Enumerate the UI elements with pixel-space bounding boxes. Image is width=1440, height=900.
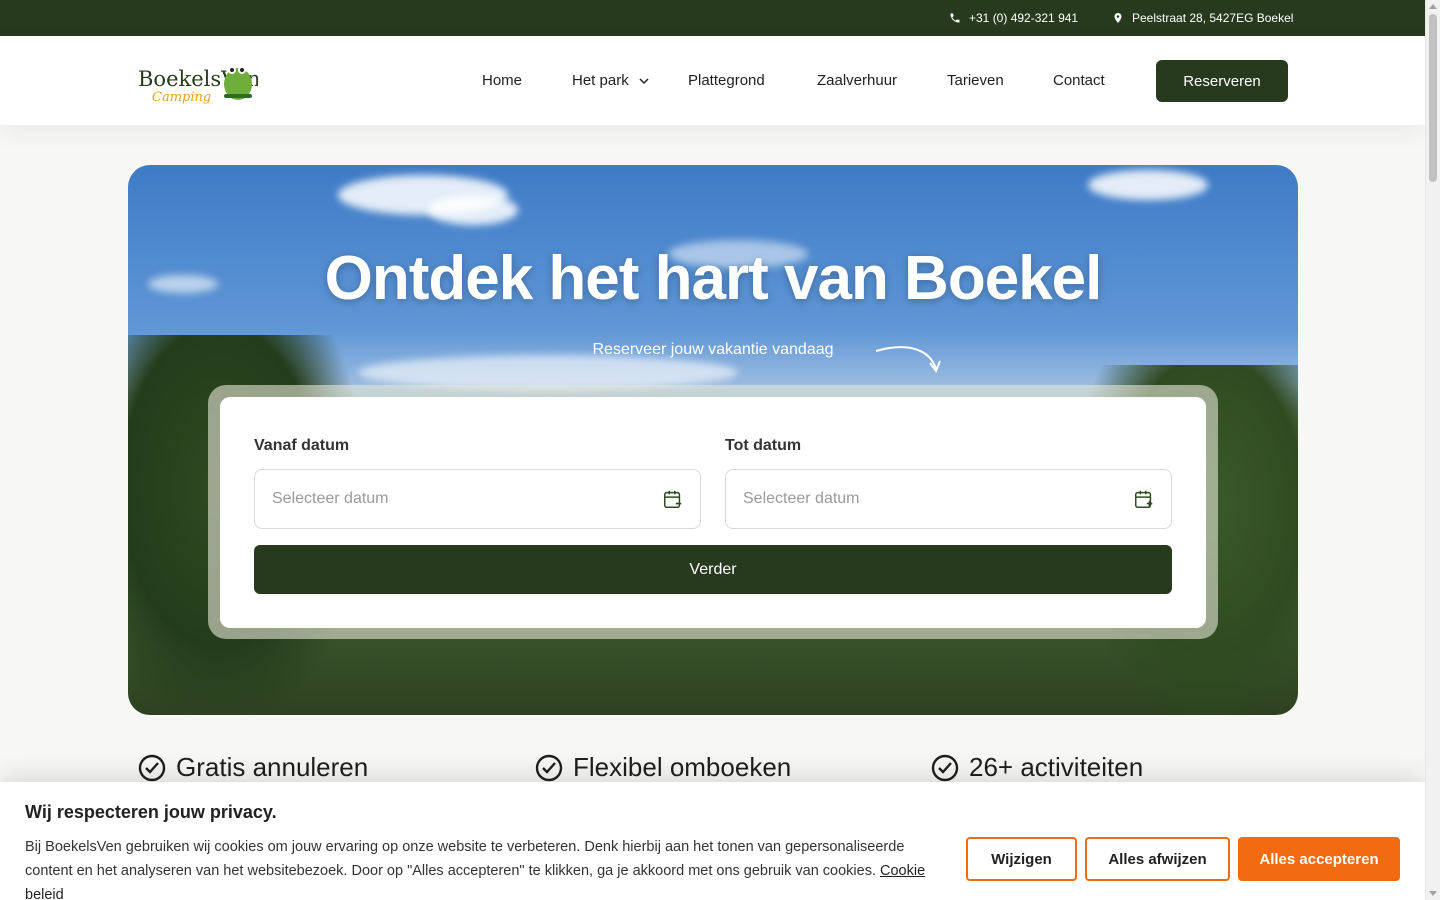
check-circle-icon: [138, 754, 166, 781]
site-header: BoekelsVen Camping Home Het park Platteg…: [0, 36, 1425, 125]
cookie-reject-button[interactable]: Alles afwijzen: [1085, 837, 1230, 881]
check-circle-icon: [931, 754, 959, 781]
scroll-up-arrow[interactable]: [1429, 4, 1437, 9]
hero-subtitle: Reserveer jouw vakantie vandaag: [592, 341, 834, 358]
from-date-label: Vanaf datum: [254, 437, 350, 454]
feature-flexible-rebooking: Flexibel omboeken: [535, 752, 791, 783]
to-date-input[interactable]: Selecteer datum: [725, 469, 1172, 529]
address-text: Peelstraat 28, 5427EG Boekel: [1132, 11, 1294, 25]
cookie-change-button[interactable]: Wijzigen: [966, 837, 1077, 881]
svg-text:Camping: Camping: [152, 90, 211, 105]
nav-contact[interactable]: Contact: [1053, 72, 1105, 89]
cookie-text: Bij BoekelsVen gebruiken wij cookies om …: [25, 835, 955, 900]
phone-contact[interactable]: +31 (0) 492-321 941: [949, 11, 1078, 25]
nav-plattegrond[interactable]: Plattegrond: [688, 72, 765, 89]
cookie-banner: Wij respecteren jouw privacy. Bij Boekel…: [0, 782, 1425, 900]
feature-activities: 26+ activiteiten: [931, 752, 1143, 783]
cloud-shape: [428, 195, 518, 225]
nav-home[interactable]: Home: [482, 72, 522, 89]
chevron-down-icon: [639, 77, 649, 84]
logo-graphic: BoekelsVen Camping: [138, 66, 260, 105]
to-date-label: Tot datum: [725, 437, 802, 454]
continue-button[interactable]: Verder: [254, 545, 1172, 594]
cloud-shape: [1088, 170, 1208, 200]
feature-free-cancel: Gratis annuleren: [138, 752, 368, 783]
check-circle-icon: [535, 754, 563, 781]
site-logo[interactable]: BoekelsVen Camping: [138, 56, 260, 106]
page-scrollbar[interactable]: [1425, 0, 1440, 900]
location-pin-icon: [1114, 13, 1122, 23]
booking-form: Vanaf datum Tot datum Selecteer datum Se…: [220, 397, 1206, 628]
from-date-input[interactable]: Selecteer datum: [254, 469, 701, 529]
address-contact: Peelstraat 28, 5427EG Boekel: [1112, 11, 1293, 25]
reserve-button[interactable]: Reserveren: [1156, 60, 1288, 102]
nav-het-park[interactable]: Het park: [572, 72, 649, 89]
calendar-plus-icon: [1135, 490, 1153, 508]
phone-icon: [950, 13, 960, 23]
nav-zaalverhuur[interactable]: Zaalverhuur: [817, 72, 897, 89]
scroll-thumb[interactable]: [1429, 14, 1437, 182]
cookie-title: Wij respecteren jouw privacy.: [25, 802, 277, 822]
hero-banner: Ontdek het hart van Boekel Reserveer jou…: [128, 165, 1298, 715]
cookie-accept-button[interactable]: Alles accepteren: [1238, 837, 1400, 881]
to-date-placeholder: Selecteer datum: [743, 490, 860, 507]
phone-number[interactable]: +31 (0) 492-321 941: [969, 11, 1078, 25]
curved-arrow-icon: [875, 346, 941, 374]
from-date-placeholder: Selecteer datum: [272, 490, 389, 507]
nav-tarieven[interactable]: Tarieven: [947, 72, 1004, 89]
top-bar: +31 (0) 492-321 941 Peelstraat 28, 5427E…: [0, 0, 1425, 36]
cookie-body: Bij BoekelsVen gebruiken wij cookies om …: [25, 839, 905, 879]
calendar-minus-icon: [664, 490, 682, 508]
scroll-down-arrow[interactable]: [1429, 891, 1437, 896]
hero-title: Ontdek het hart van Boekel: [324, 244, 1103, 313]
